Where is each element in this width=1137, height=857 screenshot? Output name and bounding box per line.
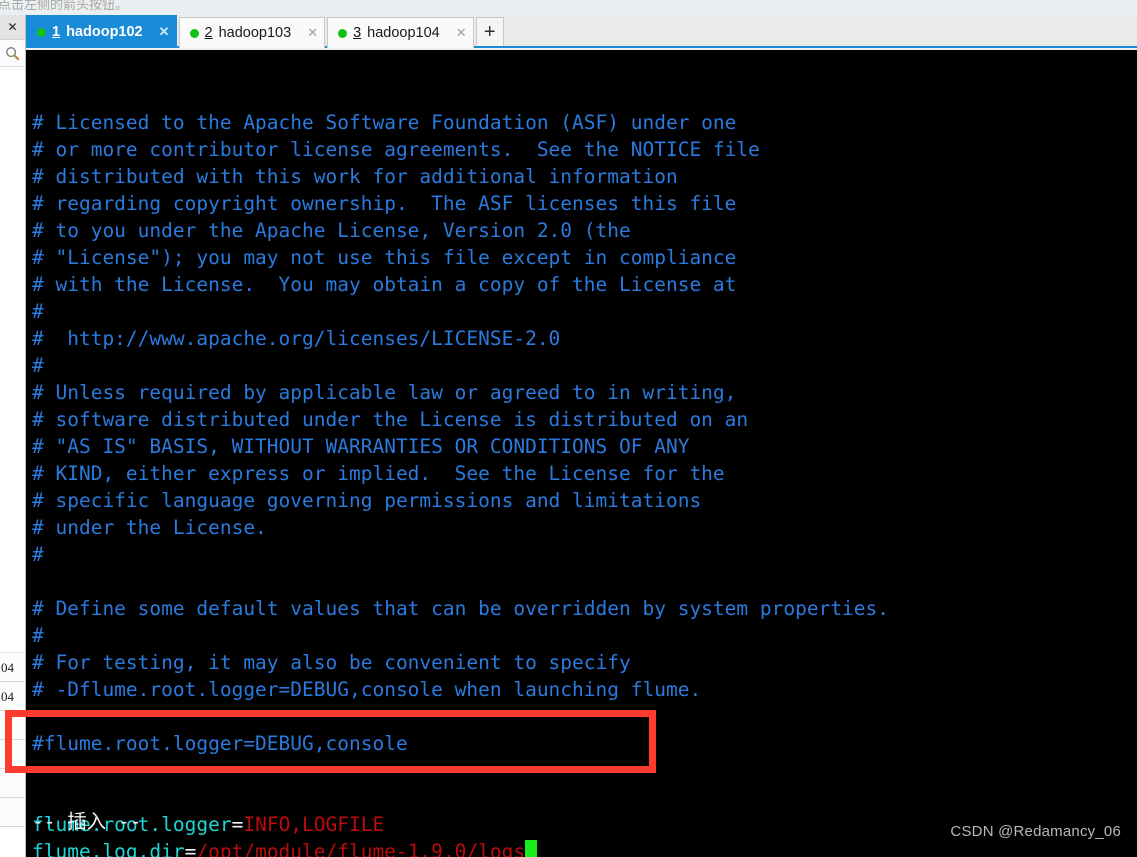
terminal-line: # with the License. You may obtain a cop… [32,273,737,296]
close-icon[interactable]: ✕ [0,15,25,40]
terminal-line: # "License"); you may not use this file … [32,246,737,269]
session-list: 04 04 [0,67,25,857]
connection-status-icon [338,28,348,38]
terminal-line: # Unless required by applicable law or a… [32,381,737,404]
terminal-line: # KIND, either express or implied. See t… [32,462,725,485]
terminal-line: # [32,300,44,323]
connection-status-icon [37,27,46,37]
watermark: CSDN @Redamancy_06 [950,823,1121,840]
tab-hadoop102[interactable]: 1 hadoop102 ✕ [26,15,177,48]
property-equals: = [231,813,244,836]
terminal-line: # distributed with this work for additio… [32,165,678,188]
vim-mode-indicator: -- 插入 -- [32,810,142,833]
list-item[interactable] [0,769,25,798]
new-tab-button[interactable]: + [475,17,504,46]
close-icon[interactable]: ✕ [159,24,170,40]
terminal-line: # software distributed under the License… [32,408,749,431]
list-item[interactable]: 04 [0,682,25,711]
list-item[interactable] [0,711,25,740]
list-item[interactable] [0,798,25,827]
terminal-line: #flume.root.logger=DEBUG,console [32,732,408,755]
terminal-line: # to you under the Apache License, Versi… [32,219,631,242]
hint-strip: 点击左侧的箭头按钮。 [0,0,1137,15]
session-list-spacer [0,67,25,653]
close-icon[interactable]: ✕ [307,25,318,41]
text-cursor [525,840,538,857]
terminal-line: # For testing, it may also be convenient… [32,651,631,674]
tab-hadoop103[interactable]: 2 hadoop103 ✕ [178,17,326,48]
terminal-output[interactable]: # Licensed to the Apache Software Founda… [26,50,1137,857]
terminal-line: # or more contributor license agreements… [32,138,760,161]
terminal-line: # [32,624,44,647]
terminal-text: # Licensed to the Apache Software Founda… [32,55,1137,857]
terminal-line: # under the License. [32,516,267,539]
session-side-panel: ✕ 04 04 [0,15,26,857]
terminal-line: # [32,354,44,377]
terminal-line: # [32,543,44,566]
property-key: flume.log.dir [32,840,185,857]
tab-label: hadoop103 [218,25,292,41]
terminal-line: # specific language governing permission… [32,489,702,512]
terminal-line: # "AS IS" BASIS, WITHOUT WARRANTIES OR C… [32,435,690,458]
terminal-line: # Licensed to the Apache Software Founda… [32,111,737,134]
terminal-line: # -Dflume.root.logger=DEBUG,console when… [32,678,702,701]
list-item[interactable] [0,740,25,769]
tab-bar: 1 hadoop102 ✕ 2 hadoop103 ✕ 3 hadoop104 … [26,15,1137,48]
license-comment-block: # Licensed to the Apache Software Founda… [32,109,1137,757]
tab-hadoop104[interactable]: 3 hadoop104 ✕ [327,17,474,48]
hint-text: 点击左侧的箭头按钮。 [0,0,129,13]
close-icon[interactable]: ✕ [456,25,467,41]
tab-label: hadoop102 [66,24,143,40]
search-icon[interactable] [0,41,25,67]
xshell-window: 点击左侧的箭头按钮。 ✕ 04 04 1 hadoop102 ✕ 2 hadoo… [0,0,1137,857]
tab-mnemonic: 2 [204,25,213,41]
tab-strip: 1 hadoop102 ✕ 2 hadoop103 ✕ 3 hadoop104 … [26,15,1137,48]
tab-label: hadoop104 [367,25,440,41]
terminal-line: # Define some default values that can be… [32,597,890,620]
terminal-line: # http://www.apache.org/licenses/LICENSE… [32,327,561,350]
property-value: /opt/module/flume-1.9.0/logs [196,840,526,857]
terminal-line: # regarding copyright ownership. The ASF… [32,192,737,215]
tab-mnemonic: 3 [353,25,362,41]
connection-status-icon [189,28,199,38]
tab-mnemonic: 1 [52,24,61,40]
list-item[interactable]: 04 [0,653,25,682]
property-value: INFO,LOGFILE [243,813,385,836]
property-equals: = [184,840,197,857]
